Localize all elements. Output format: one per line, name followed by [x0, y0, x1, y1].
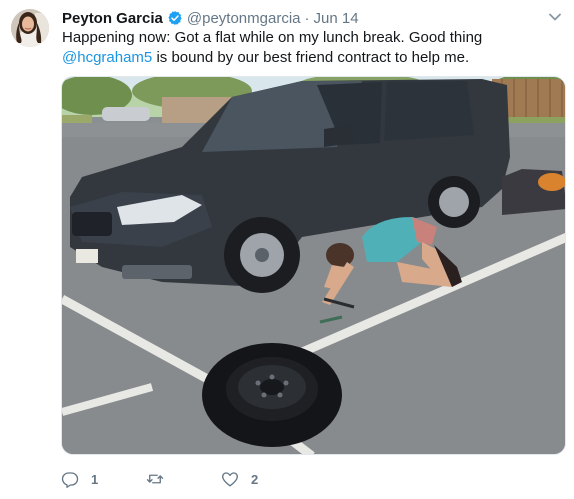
avatar-image	[11, 9, 49, 47]
tweet-photo[interactable]	[61, 76, 566, 455]
reply-count: 1	[91, 471, 99, 487]
like-button[interactable]: 2	[221, 470, 301, 488]
tweet-date[interactable]: Jun 14	[314, 10, 359, 27]
retweet-button[interactable]	[146, 470, 221, 488]
separator: ·	[304, 9, 310, 27]
chevron-down-icon[interactable]	[548, 10, 562, 24]
avatar[interactable]	[11, 9, 49, 47]
retweet-icon	[146, 474, 164, 484]
tweet-text-part: Happening now: Got a flat while on my lu…	[62, 29, 483, 46]
tweet[interactable]: Peyton Garcia @peytonmgarcia · Jun 14 Ha…	[0, 0, 574, 499]
verified-badge-icon	[168, 11, 182, 25]
heart-icon	[222, 472, 238, 487]
mention-link[interactable]: @hcgraham5	[62, 49, 152, 66]
tweet-text: Happening now: Got a flat while on my lu…	[62, 28, 542, 68]
reply-button[interactable]: 1	[61, 470, 146, 488]
like-count: 2	[251, 471, 259, 487]
tweet-text-part: is bound by our best friend contract to …	[152, 49, 470, 66]
display-name[interactable]: Peyton Garcia	[62, 10, 163, 27]
tweet-actions: 1 2	[61, 467, 301, 491]
handle[interactable]: @peytonmgarcia	[187, 10, 301, 27]
tweet-header: Peyton Garcia @peytonmgarcia · Jun 14	[62, 8, 544, 28]
photo-content	[62, 77, 565, 454]
reply-icon	[61, 472, 79, 488]
